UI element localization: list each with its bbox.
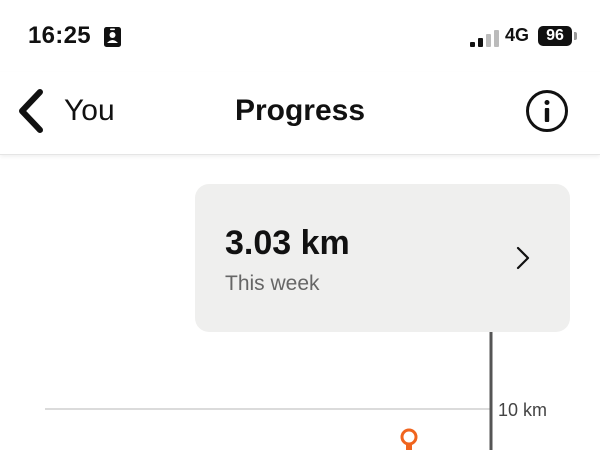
signal-icon [470,30,499,47]
progress-chart: 10 km [45,332,547,450]
weekly-distance-label: This week [225,272,320,295]
location-pin-icon [400,428,418,450]
battery-level: 96 [546,27,564,44]
weekly-distance-value: 3.03 km [225,224,350,262]
weekly-distance-card[interactable]: 3.03 km This week [195,184,570,332]
id-card-icon [104,27,121,47]
status-bar: 16:25 4G 96 [0,0,600,72]
gridline-label: 10 km [498,400,547,420]
nav-bar: You Progress [0,72,600,155]
info-icon[interactable] [525,89,569,133]
status-time: 16:25 [28,22,91,49]
battery-tip [574,32,577,40]
chevron-right-icon [516,246,530,270]
page-title: Progress [234,94,366,127]
network-type: 4G [505,25,530,45]
battery-icon: 96 [538,26,572,46]
